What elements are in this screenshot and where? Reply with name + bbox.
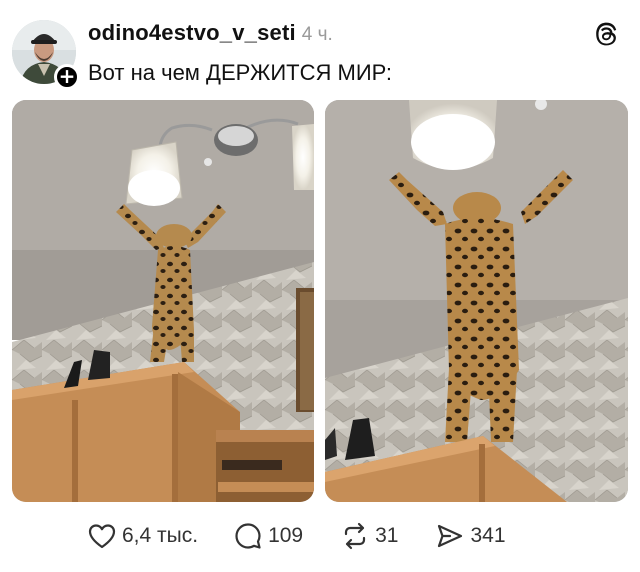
author-avatar[interactable]: + (12, 20, 80, 90)
share-button[interactable]: 341 (436, 522, 506, 550)
threads-logo-icon[interactable] (592, 20, 620, 48)
paper-plane-icon (438, 524, 463, 548)
repost-count: 31 (375, 524, 399, 547)
repost-button[interactable]: 31 (341, 522, 398, 550)
reply-count: 109 (268, 524, 304, 547)
post-caption: Вот на чем ДЕРЖИТСЯ МИР: (88, 60, 392, 85)
username[interactable]: odino4estvo_v_seti (88, 20, 296, 45)
thread-post: + odino4estvo_v_seti 4 ч. Вот на чем ДЕРЖ… (0, 0, 640, 572)
like-count: 6,4 тыс. (122, 524, 199, 547)
heart-icon (88, 524, 116, 549)
timestamp: 4 ч. (301, 24, 333, 45)
post-photo-right[interactable] (325, 100, 628, 502)
share-count: 341 (470, 524, 506, 547)
follow-badge[interactable]: + (54, 64, 80, 90)
post-header: odino4estvo_v_seti 4 ч. (88, 20, 620, 48)
speech-bubble-icon (235, 523, 261, 549)
post-actions: 6,4 тыс. 109 31 341 (88, 520, 506, 552)
like-button[interactable]: 6,4 тыс. (88, 523, 198, 549)
post-photo-left[interactable] (12, 100, 314, 502)
reply-button[interactable]: 109 (234, 522, 303, 550)
repost-arrows-icon (345, 522, 366, 550)
